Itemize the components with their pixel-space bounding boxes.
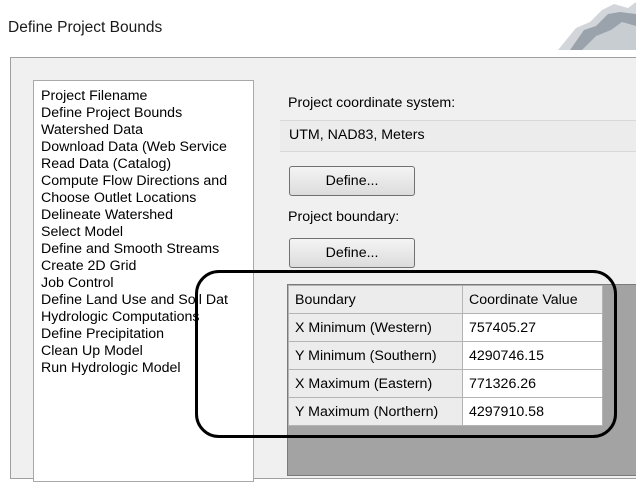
step-clean-up-model[interactable]: Clean Up Model (41, 343, 143, 360)
step-compute-flow[interactable]: Compute Flow Directions and (41, 173, 227, 190)
step-select-model[interactable]: Select Model (41, 224, 123, 241)
step-define-precipitation[interactable]: Define Precipitation (41, 326, 164, 343)
step-choose-outlet[interactable]: Choose Outlet Locations (41, 190, 196, 207)
define-coord-system-button[interactable]: Define... (289, 166, 415, 196)
cell-y-maximum-value[interactable]: 4297910.58 (462, 397, 603, 426)
step-run-hydrologic-model[interactable]: Run Hydrologic Model (41, 360, 181, 377)
row-label-y-minimum: Y Minimum (Southern) (288, 341, 463, 370)
step-hydrologic-computations[interactable]: Hydrologic Computations (41, 309, 200, 326)
step-job-control[interactable]: Job Control (41, 275, 114, 292)
cell-x-minimum-value[interactable]: 757405.27 (462, 313, 603, 342)
step-define-land-use[interactable]: Define Land Use and Soil Dat (41, 292, 228, 309)
coord-system-value-box: UTM, NAD83, Meters (280, 120, 636, 152)
define-boundary-button[interactable]: Define... (289, 238, 415, 268)
step-create-2d-grid[interactable]: Create 2D Grid (41, 258, 136, 275)
table-row: X Maximum (Eastern) 771326.26 (288, 369, 603, 398)
project-boundary-label: Project boundary: (288, 209, 400, 225)
column-header-boundary[interactable]: Boundary (288, 285, 463, 314)
coord-system-label: Project coordinate system: (288, 95, 456, 111)
cell-x-maximum-value[interactable]: 771326.26 (462, 369, 603, 398)
cell-y-minimum-value[interactable]: 4290746.15 (462, 341, 603, 370)
step-read-data[interactable]: Read Data (Catalog) (41, 156, 171, 173)
boundary-table: Boundary Coordinate Value X Minimum (Wes… (288, 285, 603, 426)
row-label-y-maximum: Y Maximum (Northern) (288, 397, 463, 426)
column-header-coordinate-value[interactable]: Coordinate Value (462, 285, 603, 314)
window-title: Define Project Bounds (8, 19, 163, 36)
table-row: Y Maximum (Northern) 4297910.58 (288, 397, 603, 426)
table-header-row: Boundary Coordinate Value (288, 285, 603, 314)
step-define-smooth-streams[interactable]: Define and Smooth Streams (41, 241, 219, 258)
row-label-x-minimum: X Minimum (Western) (288, 313, 463, 342)
step-watershed-data[interactable]: Watershed Data (41, 122, 143, 139)
coord-system-value: UTM, NAD83, Meters (289, 127, 425, 143)
step-download-data[interactable]: Download Data (Web Service (41, 139, 227, 156)
table-row: X Minimum (Western) 757405.27 (288, 313, 603, 342)
step-list[interactable]: Project Filename Define Project Bounds W… (33, 80, 254, 482)
step-define-project-bounds[interactable]: Define Project Bounds (41, 105, 182, 122)
row-label-x-maximum: X Maximum (Eastern) (288, 369, 463, 398)
step-project-filename[interactable]: Project Filename (41, 88, 147, 105)
title-bar-graphic (558, 2, 636, 50)
table-row: Y Minimum (Southern) 4290746.15 (288, 341, 603, 370)
step-delineate-watershed[interactable]: Delineate Watershed (41, 207, 173, 224)
